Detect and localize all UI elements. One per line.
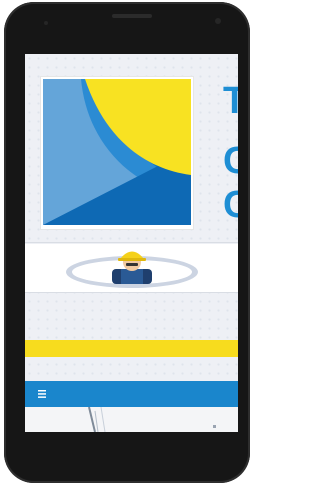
- worker-banner: [25, 244, 238, 292]
- yellow-accent-bar: [25, 340, 238, 357]
- site-title-fragment: T: [223, 80, 238, 122]
- proximity-sensor: [44, 21, 48, 25]
- company-logo: [41, 77, 193, 229]
- divider: [25, 292, 238, 293]
- site-title-fragment: C: [223, 184, 238, 226]
- front-camera: [215, 18, 221, 24]
- hamburger-menu-button[interactable]: [35, 387, 49, 401]
- speaker-grille: [112, 14, 152, 18]
- phone-screen: T C C: [25, 54, 238, 432]
- hero-section: T C C: [25, 54, 238, 244]
- divider: [25, 242, 238, 243]
- logo-graphic: [43, 79, 191, 225]
- photo-graphic: [88, 406, 216, 432]
- phone-frame: T C C: [0, 0, 254, 485]
- navigation-bar: [25, 381, 238, 407]
- site-title-fragment: C: [223, 140, 238, 182]
- hamburger-icon: [38, 390, 46, 398]
- worker-mascot-image: [66, 251, 198, 288]
- header-photo: [25, 406, 238, 432]
